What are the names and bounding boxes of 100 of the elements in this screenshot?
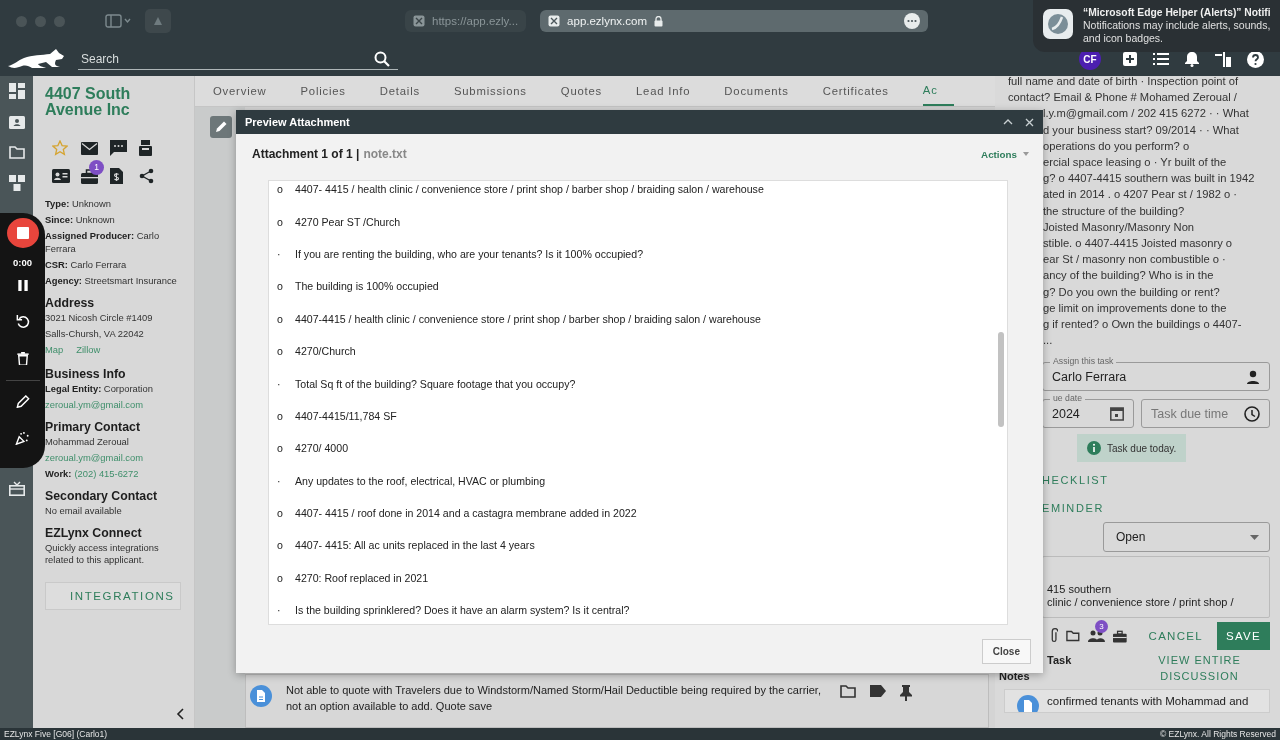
folder-icon[interactable]	[840, 685, 856, 698]
contact-folder-icon[interactable]	[8, 115, 25, 129]
trash-icon[interactable]	[16, 351, 29, 365]
sidebar-icon[interactable]	[105, 14, 131, 28]
fax-icon[interactable]	[139, 140, 152, 156]
notification-text: Notifications may include alerts, sounds,	[1083, 19, 1271, 32]
document-text: The building is 100% occupied	[295, 280, 439, 293]
pause-icon[interactable]	[17, 280, 28, 292]
account-field: Agency: Streetsmart Insurance	[45, 274, 194, 287]
folder-icon[interactable]	[1066, 630, 1080, 643]
task-description: ear St / masonry non combustible o ·	[1043, 252, 1227, 268]
tab[interactable]: Documents	[724, 76, 805, 106]
tab[interactable]: Overview	[213, 76, 283, 106]
notification[interactable]: “Microsoft Edge Helper (Alerts)” Notifi Notifications may include alerts, sounds, and icon badges.	[1033, 0, 1280, 52]
close-button[interactable]: Close	[981, 638, 1031, 664]
dashboard-icon[interactable]	[8, 83, 25, 99]
document-text: 4270/ 4000	[295, 442, 349, 455]
task-description: ated in 2014 . o 4207 Pear st / 1982 o ·	[1043, 187, 1239, 203]
bullet: ·	[277, 247, 282, 260]
add-icon[interactable]	[1123, 52, 1137, 66]
minimize-icon[interactable]	[1003, 119, 1013, 125]
document-text: 4270/Church	[295, 345, 356, 358]
bullet: ·	[277, 377, 282, 390]
contact-card-icon[interactable]	[52, 169, 70, 183]
due-date-field[interactable]: ue date 2024	[1042, 392, 1134, 429]
mail-icon[interactable]	[81, 141, 98, 155]
bell-icon[interactable]	[1185, 51, 1199, 67]
close-icon[interactable]	[1025, 117, 1034, 127]
caret-icon	[1250, 534, 1259, 540]
document-text: If you are renting the building, who are your tenants? Is it 100% occupied?	[295, 247, 644, 260]
restart-icon[interactable]	[15, 314, 30, 329]
calendar-icon[interactable]	[1110, 406, 1124, 422]
section-heading: Address	[45, 295, 96, 310]
caret-icon	[1023, 152, 1029, 156]
reminder-button[interactable]: EMINDER	[1042, 501, 1270, 516]
integrations-button[interactable]: INTEGRATIONS	[45, 581, 181, 610]
pencil-icon[interactable]	[15, 394, 30, 408]
checklist-button[interactable]: HECKLIST	[1042, 473, 1270, 488]
tab[interactable]: Submissions	[453, 76, 543, 106]
document-text: 4407-4415/11,784 SF	[295, 409, 397, 422]
info-icon	[1087, 441, 1101, 456]
document-icon	[1017, 695, 1039, 713]
search-field[interactable]: Search	[78, 48, 398, 70]
phone-link[interactable]: (202) 415-6272	[74, 467, 139, 480]
bullet: o	[277, 442, 284, 455]
browser-tab[interactable]: app.ezlynx.com	[540, 10, 929, 32]
map-link[interactable]: Zillow	[76, 343, 101, 356]
org-chart-icon[interactable]	[8, 175, 25, 191]
cancel-button[interactable]: CANCEL	[1142, 630, 1209, 643]
paperclip-icon[interactable]	[1050, 628, 1059, 645]
phone-label: Work:	[45, 467, 72, 480]
scrollbar[interactable]	[998, 332, 1004, 427]
status-select[interactable]: Open	[1103, 522, 1270, 553]
list-icon[interactable]	[1153, 53, 1169, 65]
share-icon[interactable]	[139, 168, 154, 184]
due-time-field[interactable]: Task due time	[1141, 392, 1270, 429]
effects-icon[interactable]	[15, 430, 30, 445]
save-button[interactable]: SAVE	[1217, 622, 1270, 651]
tab[interactable]: Certificates	[822, 76, 905, 106]
tab-favicon-icon	[548, 15, 561, 27]
email-link[interactable]: zeroual.ym@gmail.com	[45, 398, 194, 411]
document-text: 4407- 4415 / health clinic / convenience store / print shop / barber shop / braiding salon / warehouse	[295, 183, 764, 196]
invoice-icon[interactable]	[110, 168, 123, 184]
search-icon[interactable]	[374, 50, 390, 67]
gift-icon[interactable]	[8, 481, 25, 496]
tab[interactable]: Policies	[300, 76, 362, 106]
briefcase-icon[interactable]	[1112, 629, 1127, 643]
email-link[interactable]: zeroual.ym@gmail.com	[45, 451, 194, 464]
document-text: 4407-4415 / health clinic / convenience store / print shop / barber shop / braiding salon / warehouse	[295, 312, 761, 325]
tag-icon[interactable]	[870, 685, 886, 697]
stop-button[interactable]	[6, 218, 39, 249]
tab-favicon-icon	[413, 15, 425, 27]
tab[interactable]: Details	[379, 76, 436, 106]
browser-tab[interactable]: https://app.ezly...	[405, 10, 527, 32]
recording-time: 0:00	[13, 257, 32, 269]
pin-icon[interactable]	[900, 685, 912, 701]
task-description: l.y.m@gmail.com / 202 415 6272 · · What	[1043, 106, 1250, 122]
edit-button[interactable]	[210, 116, 232, 138]
document-text: 4270: Roof replaced in 2021	[295, 571, 429, 584]
clock-icon[interactable]	[1244, 405, 1260, 422]
bullet: o	[277, 507, 284, 520]
tab[interactable]: Quotes	[560, 76, 619, 106]
section-heading: Business Info	[45, 366, 127, 381]
chat-icon[interactable]	[110, 140, 127, 156]
tab[interactable]: Lead Info	[636, 76, 707, 106]
split-view-icon[interactable]	[1215, 51, 1231, 67]
star-icon[interactable]	[52, 140, 68, 156]
lock-icon	[654, 15, 663, 27]
more-icon[interactable]	[904, 13, 921, 29]
collapse-icon[interactable]	[176, 708, 184, 720]
note-text: confirmed tenants with Mohammad and	[1047, 695, 1249, 708]
view-discussion-link[interactable]: VIEW ENTIRE DISCUSSION	[1147, 652, 1252, 685]
actions-menu[interactable]: Actions	[981, 148, 1029, 160]
bullet: o	[277, 345, 284, 358]
account-field: Since: Unknown	[45, 214, 194, 227]
assignee-field[interactable]: Assign this task Carlo Ferrara	[1042, 355, 1270, 392]
document-text: Is the building sprinklered? Does it have an alarm system? Is it central?	[295, 604, 630, 617]
address-line: Salls-Chursh, VA 22042	[45, 327, 145, 340]
extension-button[interactable]	[145, 9, 171, 33]
task-description: ge limit on improvements done to the	[1043, 300, 1228, 316]
